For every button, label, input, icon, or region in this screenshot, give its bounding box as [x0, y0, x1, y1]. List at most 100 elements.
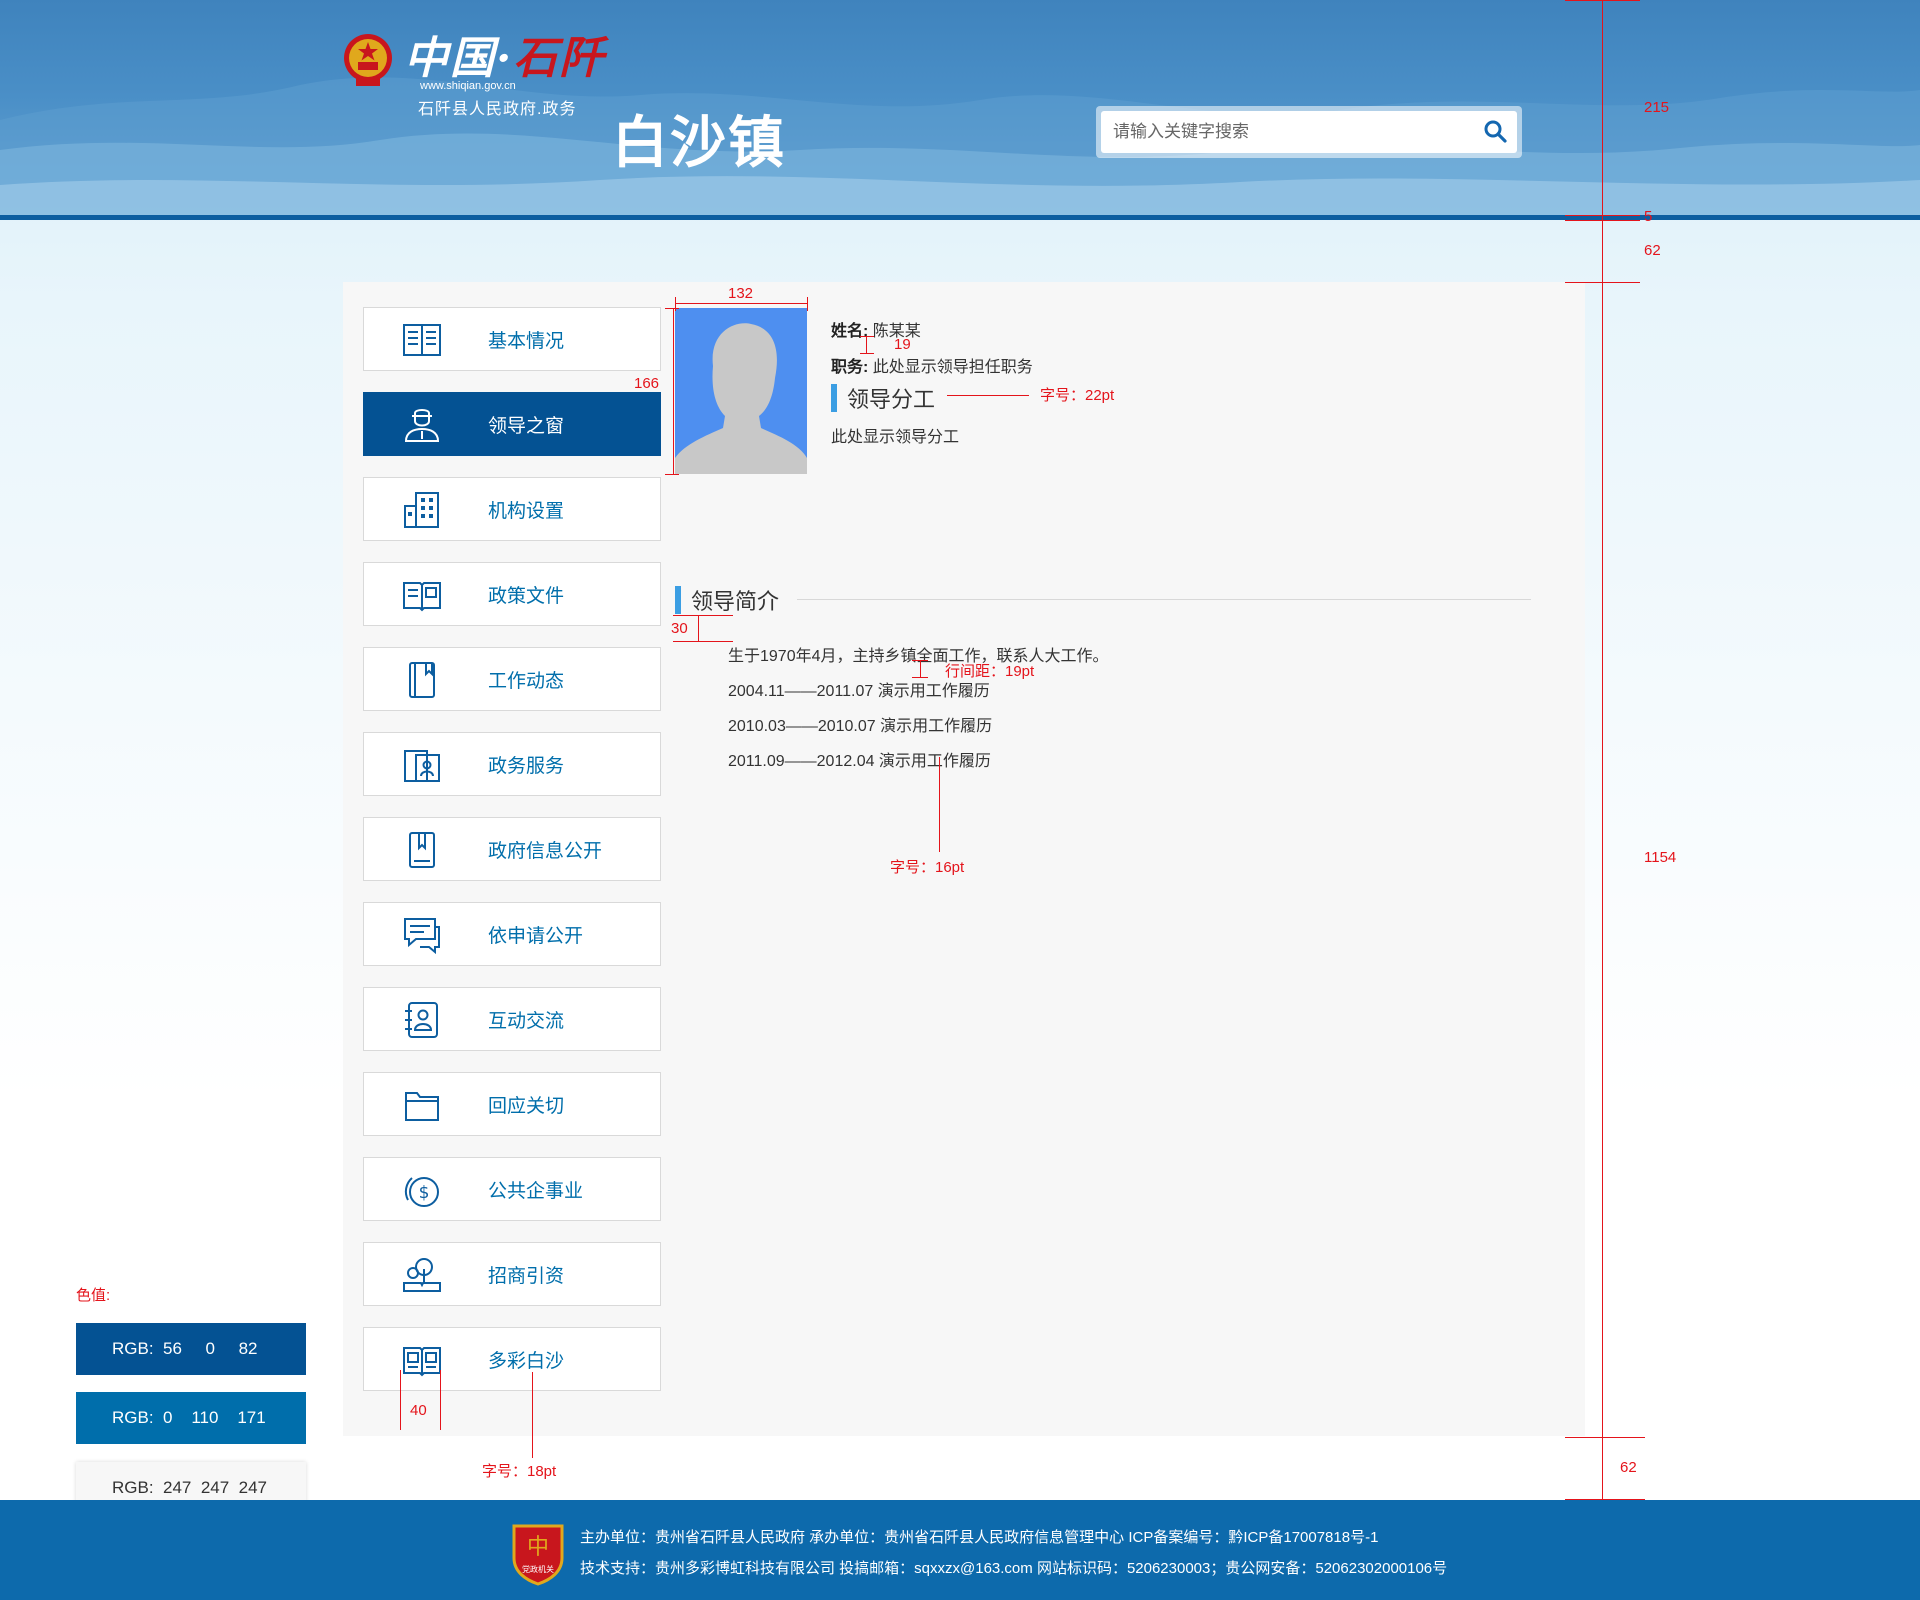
annotation-height-62: 62: [1644, 242, 1661, 259]
search-inner: [1101, 111, 1517, 153]
brand-logo-text: 中国·石阡: [404, 33, 606, 84]
brand-url: www.shiqian.gov.cn: [420, 80, 516, 92]
annotation-icon-right: [440, 1370, 441, 1430]
book-open-icon: [403, 324, 441, 356]
contact-book-icon: [405, 1002, 438, 1038]
annotation-tick: [1565, 215, 1640, 216]
sidebar-item-label: 政策文件: [488, 586, 565, 607]
building-icon: [404, 492, 439, 528]
person-silhouette-icon: [675, 323, 807, 474]
sidebar-item-label: 招商引资: [488, 1266, 565, 1287]
annotation-pointer: [532, 1372, 533, 1458]
sidebar-item-label: 政府信息公开: [488, 841, 603, 862]
open-book-icon: [403, 582, 441, 612]
heading-accent-bar: [675, 586, 681, 614]
footer-line-2: 技术支持：贵州多彩博虹科技有限公司 投搞邮箱：sqxxzx@163.com 网站…: [580, 1560, 1448, 1577]
brand-subtitle: 石阡县人民政府.政务: [418, 101, 577, 118]
annotation-indent-line: [673, 615, 733, 616]
annotation-font-22: 字号：22pt: [1040, 387, 1115, 404]
sidebar-item-policy[interactable]: 政策文件: [363, 562, 661, 626]
duty-title: 领导分工: [847, 387, 936, 412]
leader-post-row: 职务: 此处显示领导担任职务: [831, 353, 1033, 377]
annotation-tick: [665, 308, 679, 309]
duty-section-heading: 领导分工: [831, 382, 935, 414]
sidebar-item-label: 回应关切: [488, 1096, 565, 1117]
annotation-tick: [1565, 0, 1640, 1]
sidebar-item-leaders[interactable]: 领导之窗: [363, 392, 661, 456]
sidebar-item-public-enterprise[interactable]: $ 公共企事业: [363, 1157, 661, 1221]
annotation-photo-height: 166: [634, 375, 660, 392]
annotation-indent-line: [673, 641, 733, 642]
annotation-tick: [807, 297, 808, 311]
annotation-gap-line: [866, 336, 867, 353]
leader-photo: [675, 308, 807, 474]
annotation-tick: [1565, 1437, 1645, 1438]
site-header: 中国·石阡 www.shiqian.gov.cn 石阡县人民政府.政务 白沙镇: [0, 0, 1920, 215]
leader-name-label: 姓名:: [831, 323, 869, 340]
sidebar-item-gov-services[interactable]: 政务服务: [363, 732, 661, 796]
annotation-tick: [912, 660, 928, 661]
sidebar-item-organization[interactable]: 机构设置: [363, 477, 661, 541]
heading-accent-bar: [831, 384, 837, 412]
duty-text: 此处显示领导分工: [831, 429, 960, 446]
id-card-icon: [404, 750, 440, 782]
annotation-icon-left: [400, 1370, 401, 1430]
annotation-font-18: 字号：18pt: [482, 1463, 557, 1480]
leader-post-label: 职务:: [831, 359, 869, 376]
sidebar-item-label: 机构设置: [488, 501, 565, 522]
sidebar-item-respond-concerns[interactable]: 回应关切: [363, 1072, 661, 1136]
annotation-pointer: [947, 395, 1029, 396]
annotation-photo-width: 132: [728, 285, 754, 302]
sidebar-item-label: 领导之窗: [488, 416, 565, 437]
svg-text:党政机关: 党政机关: [522, 1564, 554, 1574]
svg-text:中: 中: [527, 1535, 549, 1560]
sidebar-item-label: 公共企事业: [488, 1181, 584, 1202]
sidebar-item-colorful-baisha[interactable]: 多彩白沙: [363, 1327, 661, 1391]
bookmark-icon: [409, 832, 435, 868]
sidebar-item-label: 依申请公开: [488, 926, 584, 947]
search-icon[interactable]: [1483, 119, 1507, 143]
bio-line: 2011.09——2012.04 演示用工作履历: [728, 753, 991, 770]
annotation-tick: [1565, 282, 1640, 283]
annotation-indent-30: 30: [671, 620, 688, 637]
annotation-tick: [1565, 220, 1640, 221]
annotation-indent-tick: [698, 615, 699, 641]
annotation-line-spacing: 行间距：19pt: [945, 663, 1035, 680]
sidebar-item-info-disclosure[interactable]: 政府信息公开: [363, 817, 661, 881]
bio-section-heading: 领导简介: [675, 584, 779, 616]
annotation-pointer: [939, 757, 940, 852]
annotation-photo-width-line: [675, 303, 807, 304]
bio-heading-divider: [797, 599, 1531, 600]
leader-post: 此处显示领导担任职务: [872, 359, 1033, 376]
person-icon: [404, 409, 440, 442]
color-swatch-dark-blue: RGB: 56 0 82: [76, 1323, 306, 1375]
bio-line: 2010.03——2010.07 演示用工作履历: [728, 718, 993, 735]
annotation-ruler-line: [1602, 0, 1603, 1600]
folder-icon: [405, 1092, 439, 1121]
sidebar-item-label: 工作动态: [488, 671, 565, 692]
search-box: [1096, 106, 1522, 158]
sidebar-item-work-news[interactable]: 工作动态: [363, 647, 661, 711]
annotation-gap-19: 19: [894, 336, 911, 353]
color-swatch-blue: RGB: 0 110 171: [76, 1392, 306, 1444]
sidebar-item-label: 多彩白沙: [488, 1351, 565, 1372]
annotation-height-215: 215: [1644, 99, 1670, 116]
tree-book-icon: [403, 1258, 441, 1292]
site-footer: 中 党政机关 主办单位：贵州省石阡县人民政府 承办单位：贵州省石阡县人民政府信息…: [0, 1500, 1920, 1600]
sidebar-item-investment[interactable]: 招商引资: [363, 1242, 661, 1306]
sidebar-item-basic-info[interactable]: 基本情况: [363, 307, 661, 371]
annotation-tick: [860, 336, 874, 337]
notebook-icon: [409, 662, 435, 698]
annotation-height-1154: 1154: [1644, 849, 1677, 866]
sidebar-item-interaction[interactable]: 互动交流: [363, 987, 661, 1051]
annotation-tick: [912, 677, 928, 678]
annotation-tick: [860, 353, 874, 354]
annotation-photo-height-line: [673, 308, 674, 474]
sidebar-item-apply-disclosure[interactable]: 依申请公开: [363, 902, 661, 966]
mountain-background: [0, 77, 1920, 215]
party-government-emblem-icon: 中 党政机关: [512, 1524, 564, 1586]
annotation-height-62-bottom: 62: [1620, 1459, 1637, 1476]
color-values-label: 色值:: [76, 1287, 111, 1304]
coin-icon: $: [404, 1177, 439, 1207]
search-input[interactable]: [1101, 111, 1481, 153]
